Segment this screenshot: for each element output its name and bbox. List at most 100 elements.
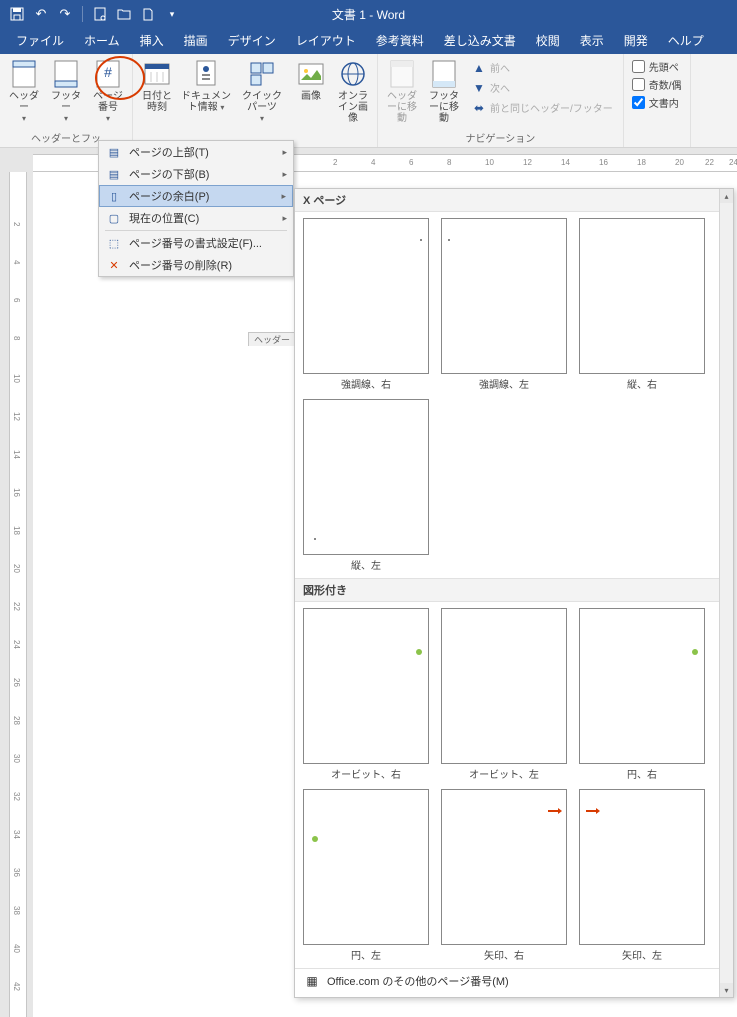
chk-show-doc[interactable]: 文書内 xyxy=(630,94,684,111)
tab-references[interactable]: 参考資料 xyxy=(366,28,434,54)
goto-footer-icon xyxy=(428,58,460,90)
gallery-more-office[interactable]: ▦Office.com のその他のページ番号(M) xyxy=(295,969,733,993)
goto-header-label: ヘッダーに移動 xyxy=(384,91,420,124)
gallery-item-circle-left[interactable]: 円、左 xyxy=(301,789,431,962)
tab-insert[interactable]: 挿入 xyxy=(130,28,174,54)
gallery-header-x-page: X ページ xyxy=(295,189,733,212)
scroll-down-button[interactable]: ▾ xyxy=(720,983,733,997)
tab-mailings[interactable]: 差し込み文書 xyxy=(434,28,526,54)
vertical-ruler[interactable]: 2 4 6 8 10 12 14 16 18 20 22 24 26 28 30… xyxy=(9,172,27,1017)
menu-bottom-of-page[interactable]: ▤ページの下部(B)▸ xyxy=(99,163,293,185)
chevron-right-icon: ▸ xyxy=(282,147,287,158)
gallery-item-vertical-right[interactable]: 縦、右 xyxy=(577,218,707,391)
next-icon: ▼ xyxy=(472,81,486,95)
open-button[interactable] xyxy=(113,3,135,25)
page-number-gallery: X ページ 強調線、右 強調線、左 縦、右 縦、左 図形付き オービット、右 オ… xyxy=(294,188,734,998)
format-icon: ⬚ xyxy=(105,235,123,251)
online-image-button[interactable]: オンライン画像 xyxy=(333,56,373,126)
gallery-footer: ▦Office.com のその他のページ番号(M) ▤選択範囲をページ番号(余白… xyxy=(295,968,733,998)
gallery-item-arrow-right[interactable]: 矢印、右 xyxy=(439,789,569,962)
link-prev-label: 前と同じヘッダー/フッター xyxy=(490,100,613,115)
quickparts-button[interactable]: クイック パーツ▾ xyxy=(235,56,289,126)
chevron-right-icon: ▸ xyxy=(281,191,286,202)
online-image-label: オンライン画像 xyxy=(335,91,371,124)
header-button[interactable]: ヘッダー▾ xyxy=(4,56,44,126)
redo-button[interactable]: ↷ xyxy=(54,3,76,25)
footer-button[interactable]: フッター▾ xyxy=(46,56,86,126)
prev-button: ▲ 前へ xyxy=(468,58,617,77)
gallery-item-orbit-right[interactable]: オービット、右 xyxy=(301,608,431,781)
menu-format-page-numbers[interactable]: ⬚ページ番号の書式設定(F)... xyxy=(99,232,293,254)
tab-file[interactable]: ファイル xyxy=(6,28,74,54)
goto-footer-label: フッターに移動 xyxy=(426,91,462,124)
group-label-nav: ナビゲーション xyxy=(465,130,535,147)
tab-view[interactable]: 表示 xyxy=(570,28,614,54)
separator xyxy=(82,6,83,22)
save-sel-icon: ▤ xyxy=(303,997,321,998)
next-button: ▼ 次へ xyxy=(468,78,617,97)
prev-label: 前へ xyxy=(490,60,510,75)
tab-home[interactable]: ホーム xyxy=(74,28,130,54)
tab-draw[interactable]: 描画 xyxy=(174,28,218,54)
prev-icon: ▲ xyxy=(472,61,486,75)
gallery-item-arrow-left[interactable]: 矢印、左 xyxy=(577,789,707,962)
page-number-icon: # xyxy=(92,58,124,90)
gallery-item-emphasis-left[interactable]: 強調線、左 xyxy=(439,218,569,391)
remove-icon: ✕ xyxy=(105,257,123,273)
group-label-hf: ヘッダーとフッ xyxy=(31,130,101,147)
group-header-footer: ヘッダー▾ フッター▾ # ページ番号▾ ヘッダーとフッ xyxy=(0,54,133,147)
datetime-label: 日付と時刻 xyxy=(139,91,175,113)
quick-access-toolbar: ↶ ↷ ▾ xyxy=(0,3,183,25)
datetime-button[interactable]: 日付と時刻 xyxy=(137,56,177,115)
menu-page-margins[interactable]: ▯ページの余白(P)▸ xyxy=(99,185,293,207)
gallery-item-orbit-left[interactable]: オービット、左 xyxy=(439,608,569,781)
online-image-icon xyxy=(337,58,369,90)
group-options: 先頭ペ 奇数/偶 文書内 xyxy=(624,54,691,147)
gallery-section-1: 強調線、右 強調線、左 縦、右 縦、左 xyxy=(295,212,733,578)
image-button[interactable]: 画像 xyxy=(291,56,331,104)
menu-current-position[interactable]: ▢現在の位置(C)▸ xyxy=(99,207,293,229)
link-prev-button: ⬌前と同じヘッダー/フッター xyxy=(468,98,617,117)
goto-footer-button[interactable]: フッターに移動 xyxy=(424,56,464,126)
bottom-icon: ▤ xyxy=(105,166,123,182)
office-icon: ▦ xyxy=(303,973,321,989)
new-doc-button[interactable] xyxy=(137,3,159,25)
scroll-up-button[interactable]: ▴ xyxy=(720,189,733,203)
svg-text:#: # xyxy=(104,64,112,80)
qat-dropdown[interactable]: ▾ xyxy=(161,3,183,25)
tab-developer[interactable]: 開発 xyxy=(614,28,658,54)
gallery-item-circle-right[interactable]: 円、右 xyxy=(577,608,707,781)
footer-label: フッター xyxy=(51,91,81,113)
margin-icon: ▯ xyxy=(105,188,123,204)
header-label: ヘッダー xyxy=(9,91,39,113)
image-label: 画像 xyxy=(301,91,321,102)
quickparts-icon xyxy=(246,58,278,90)
tab-design[interactable]: デザイン xyxy=(218,28,286,54)
chk-odd-even[interactable]: 奇数/偶 xyxy=(630,76,684,93)
gallery-item-emphasis-right[interactable]: 強調線、右 xyxy=(301,218,431,391)
chevron-right-icon: ▸ xyxy=(282,213,287,224)
group-navigation: ヘッダーに移動 フッターに移動 ▲ 前へ ▼ 次へ ⬌前と同じヘッダー/フッター ナ… xyxy=(378,54,624,147)
header-icon xyxy=(8,58,40,90)
header-tab[interactable]: ヘッダー xyxy=(248,332,296,346)
docinfo-button[interactable]: ドキュメント情報 ▾ xyxy=(179,56,233,115)
gallery-scrollbar[interactable]: ▴ ▾ xyxy=(719,189,733,997)
gallery-item-vertical-left[interactable]: 縦、左 xyxy=(301,399,431,572)
chevron-right-icon: ▸ xyxy=(282,169,287,180)
chk-first-page[interactable]: 先頭ペ xyxy=(630,58,684,75)
page-number-button[interactable]: # ページ番号▾ xyxy=(88,56,128,126)
menu-top-of-page[interactable]: ▤ページの上部(T)▸ xyxy=(99,141,293,163)
menu-remove-page-numbers[interactable]: ✕ページ番号の削除(R) xyxy=(99,254,293,276)
tab-layout[interactable]: レイアウト xyxy=(286,28,366,54)
tab-help[interactable]: ヘルプ xyxy=(658,28,714,54)
datetime-icon xyxy=(141,58,173,90)
next-label: 次へ xyxy=(490,80,510,95)
undo-button[interactable]: ↶ xyxy=(30,3,52,25)
ribbon-tabs: ファイル ホーム 挿入 描画 デザイン レイアウト 参考資料 差し込み文書 校閲… xyxy=(0,28,737,54)
goto-header-button: ヘッダーに移動 xyxy=(382,56,422,126)
title-bar: ↶ ↷ ▾ 文書 1 - Word xyxy=(0,0,737,28)
save-button[interactable] xyxy=(6,3,28,25)
tab-review[interactable]: 校閲 xyxy=(526,28,570,54)
new-preview-button[interactable] xyxy=(89,3,111,25)
top-icon: ▤ xyxy=(105,144,123,160)
